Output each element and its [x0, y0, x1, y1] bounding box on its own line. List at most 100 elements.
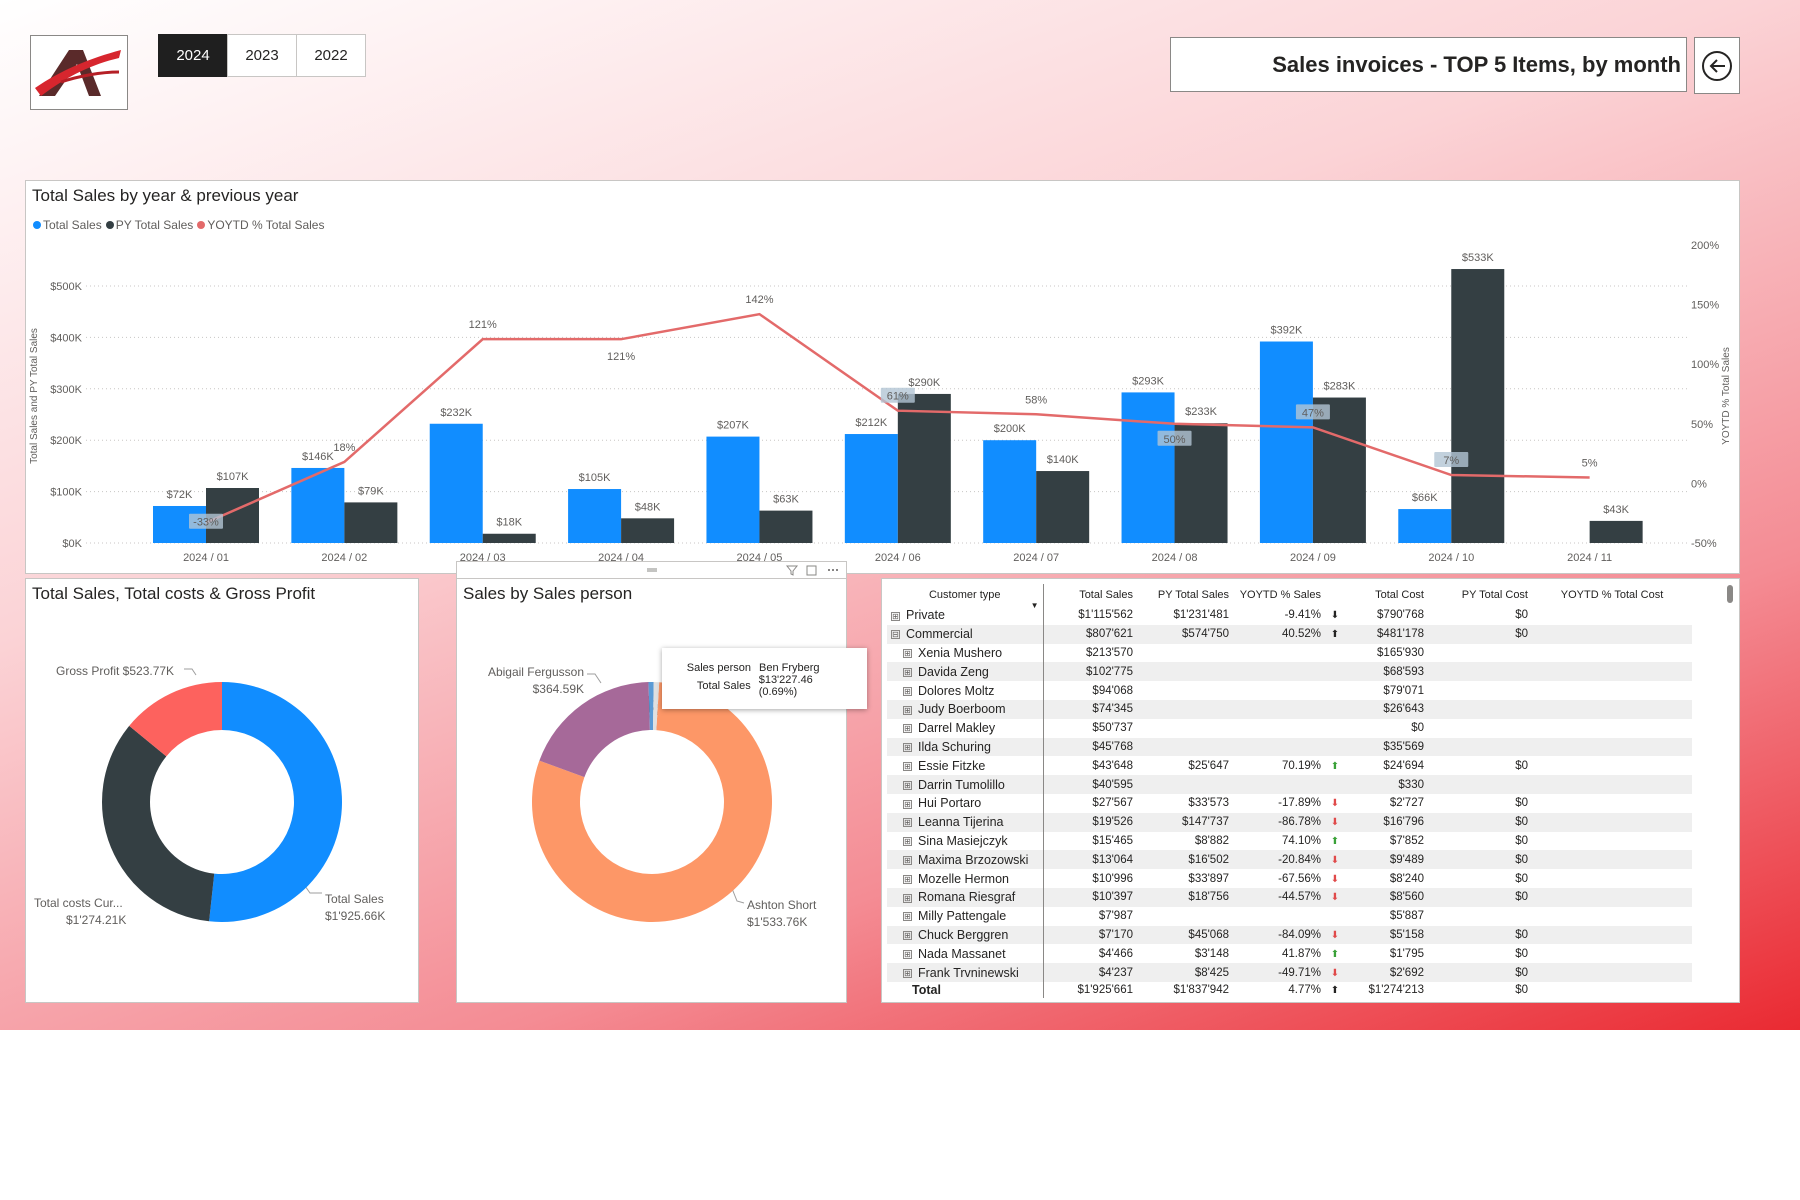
year-tab-2024[interactable]: 2024: [158, 34, 228, 77]
y-right-tick: 0%: [1691, 478, 1707, 490]
bar-py-total-sales[interactable]: [1036, 471, 1090, 543]
total-cost-cell: $2'692: [1345, 963, 1428, 982]
line-data-label: -33%: [193, 517, 219, 529]
column-header-yoytd-sales[interactable]: YOYTD % Sales: [1233, 584, 1325, 606]
expand-toggle-icon[interactable]: ⊞: [903, 893, 912, 903]
bar-total-sales[interactable]: [1259, 341, 1313, 543]
expand-toggle-icon[interactable]: ⊞: [903, 855, 912, 865]
combo-chart-panel: Total Sales by year & previous year Tota…: [25, 180, 1740, 574]
bar-total-sales[interactable]: [1121, 392, 1175, 543]
bar-total-sales[interactable]: [1398, 509, 1452, 543]
expand-toggle-icon[interactable]: ⊞: [903, 912, 912, 922]
table-row[interactable]: ⊞ Judy Boerboom $74'345 $26'643: [887, 699, 1692, 719]
bar-data-label: $43K: [1603, 504, 1629, 516]
donut-slice-abigail-fergusson[interactable]: [539, 682, 650, 778]
table-row[interactable]: ⊞ Private $1'115'562 $1'231'481 -9.41% ⬇ $790'…: [887, 606, 1692, 625]
table-row[interactable]: ⊟ Commercial $807'621 $574'750 40.52% ⬆ $481'1…: [887, 624, 1692, 644]
yoytd-sales-cell: [1233, 737, 1325, 757]
table-row[interactable]: ⊞ Leanna Tijerina $19'526 $147'737 -86.78% ⬇ $…: [887, 812, 1692, 832]
table-row[interactable]: ⊞ Hui Portaro $27'567 $33'573 -17.89% ⬇ $2'727…: [887, 793, 1692, 813]
bar-total-sales[interactable]: [568, 489, 622, 543]
bar-py-total-sales[interactable]: [1451, 269, 1505, 543]
trend-arrow-cell: ⬇: [1325, 794, 1345, 813]
yoytd-total-cost-cell: [1532, 944, 1692, 963]
table-scrollbar[interactable]: [1727, 585, 1733, 603]
expand-toggle-icon[interactable]: ⊟: [891, 630, 900, 640]
table-row[interactable]: ⊞ Xenia Mushero $213'570 $165'930: [887, 643, 1692, 663]
expand-toggle-icon[interactable]: ⊞: [903, 761, 912, 771]
expand-toggle-icon[interactable]: ⊞: [903, 949, 912, 959]
customer-name-cell: ⊞ Romana Riesgraf: [887, 887, 1044, 907]
expand-toggle-icon[interactable]: ⊞: [903, 931, 912, 941]
bar-py-total-sales[interactable]: [621, 518, 675, 543]
x-tick-label: 2024 / 10: [1428, 552, 1474, 564]
bar-py-total-sales[interactable]: [482, 533, 536, 543]
customer-name-cell: ⊞ Nada Massanet: [887, 944, 1044, 964]
total-sales-cell: $50'737: [1092, 722, 1133, 735]
table-row[interactable]: ⊞ Darrel Makley $50'737 $0: [887, 718, 1692, 738]
table-row[interactable]: ⊞ Frank Trvninewski $4'237 $8'425 -49.71% ⬇ $2…: [887, 963, 1692, 982]
yoytd-sales-cell: [1233, 775, 1325, 794]
yoytd-total-cost-cell: [1532, 644, 1692, 663]
column-header-total-sales[interactable]: Total Sales: [1043, 584, 1137, 606]
year-tab-2022[interactable]: 2022: [296, 34, 366, 77]
expand-toggle-icon[interactable]: ⊞: [903, 724, 912, 734]
expand-toggle-icon[interactable]: ⊞: [903, 799, 912, 809]
back-button[interactable]: [1694, 37, 1740, 94]
bar-total-sales[interactable]: [844, 434, 898, 543]
x-tick-label: 2024 / 06: [875, 552, 921, 564]
trend-arrow-cell: ⬇: [1325, 925, 1345, 945]
bar-data-label: $63K: [773, 494, 799, 506]
donut-slice-total-costs[interactable]: [101, 725, 215, 922]
table-row[interactable]: ⊞ Dolores Moltz $94'068 $79'071: [887, 681, 1692, 700]
column-header-yoytd-total-cost[interactable]: YOYTD % Total Cost: [1532, 584, 1692, 606]
column-header-py-total-cost[interactable]: PY Total Cost: [1428, 584, 1532, 606]
table-row[interactable]: ⊞ Ilda Schuring $45'768 $35'569: [887, 737, 1692, 757]
table-row[interactable]: ⊞ Chuck Berggren $7'170 $45'068 -84.09% ⬇ $5'1…: [887, 925, 1692, 945]
bar-total-sales[interactable]: [291, 467, 345, 543]
column-header-customer-type[interactable]: Customer type ▼: [887, 584, 1044, 610]
year-tab-2023[interactable]: 2023: [227, 34, 297, 77]
table-row[interactable]: ⊞ Sina Masiejczyk $15'465 $8'882 74.10% ⬆ $7'8…: [887, 831, 1692, 851]
bar-py-total-sales[interactable]: [344, 502, 398, 543]
yoytd-total-cost-cell: [1532, 794, 1692, 813]
expand-toggle-icon[interactable]: ⊞: [903, 968, 912, 978]
table-row[interactable]: ⊞ Nada Massanet $4'466 $3'148 41.87% ⬆ $1'795 $…: [887, 944, 1692, 964]
bar-data-label: $293K: [1132, 375, 1164, 387]
bar-py-total-sales[interactable]: [759, 510, 813, 543]
bar-total-sales[interactable]: [983, 440, 1037, 543]
py-total-cost-cell: $0: [1515, 609, 1528, 622]
leader-line: [184, 668, 197, 676]
bar-total-sales[interactable]: [706, 436, 760, 543]
total-costs-value: $1'274.21K: [66, 913, 126, 927]
down-arrow-icon: ⬇: [1330, 929, 1340, 941]
expand-toggle-icon[interactable]: ⊞: [903, 705, 912, 715]
table-row[interactable]: ⊞ Darrin Tumolillo $40'595 $330: [887, 775, 1692, 794]
bar-total-sales[interactable]: [429, 423, 483, 543]
total-cost-cell: $68'593: [1345, 662, 1428, 682]
table-row[interactable]: ⊞ Romana Riesgraf $10'397 $18'756 -44.57% ⬇ $8…: [887, 887, 1692, 907]
expand-toggle-icon[interactable]: ⊞: [903, 818, 912, 828]
expand-toggle-icon[interactable]: ⊞: [903, 686, 912, 696]
expand-toggle-icon[interactable]: ⊞: [903, 837, 912, 847]
py-total-cost-cell: $0: [1428, 925, 1532, 945]
expand-toggle-icon[interactable]: ⊞: [903, 649, 912, 659]
column-header-py-total-sales[interactable]: PY Total Sales: [1137, 584, 1233, 606]
customer-name-cell: ⊞ Xenia Mushero: [887, 643, 1044, 663]
expand-toggle-icon[interactable]: ⊞: [903, 743, 912, 753]
expand-toggle-icon[interactable]: ⊞: [903, 780, 912, 790]
expand-toggle-icon[interactable]: ⊞: [903, 874, 912, 884]
table-row[interactable]: ⊞ Maxima Brzozowski $13'064 $16'502 -20.84% ⬇…: [887, 850, 1692, 870]
table-row[interactable]: ⊞ Milly Pattengale $7'987 $5'887: [887, 906, 1692, 926]
total-sales-cell: $45'768: [1043, 737, 1137, 757]
table-row[interactable]: ⊞ Davida Zeng $102'775 $68'593: [887, 662, 1692, 682]
bar-py-total-sales[interactable]: [897, 393, 951, 543]
expand-toggle-icon[interactable]: ⊞: [903, 667, 912, 677]
table-row[interactable]: ⊞ Mozelle Hermon $10'996 $33'897 -67.56% ⬇ $8'…: [887, 869, 1692, 888]
donut-slice-total-sales[interactable]: [209, 682, 342, 922]
table-row[interactable]: ⊞ Essie Fitzke $43'648 $25'647 70.19% ⬆ $24'69…: [887, 756, 1692, 776]
bar-py-total-sales[interactable]: [1589, 520, 1643, 543]
expand-toggle-icon[interactable]: ⊞: [891, 611, 900, 621]
yoytd-total-cost-cell: [1532, 719, 1692, 738]
column-header-total-cost[interactable]: Total Cost: [1345, 584, 1428, 606]
